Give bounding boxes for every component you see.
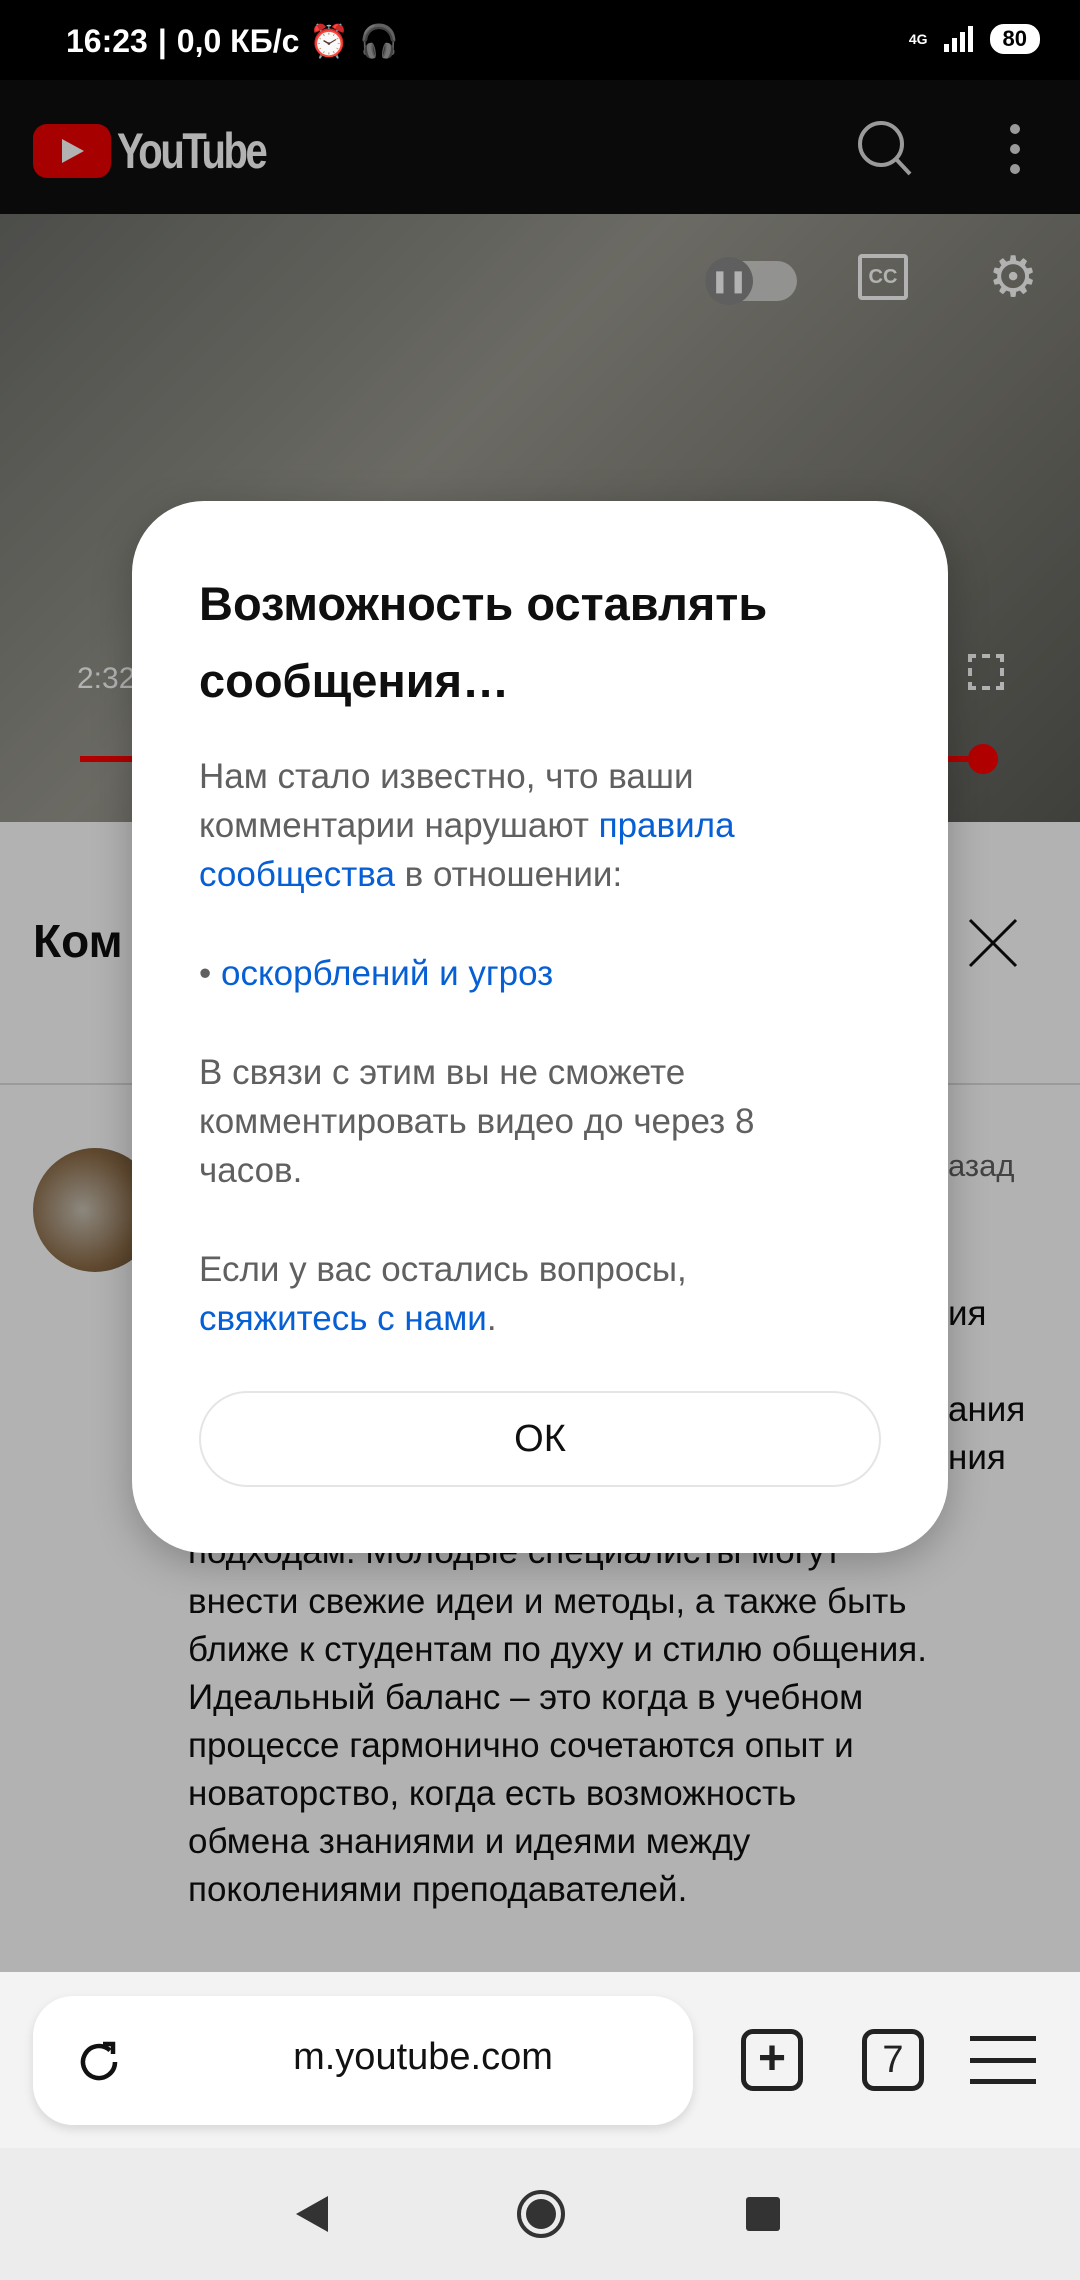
community-guidelines-link[interactable]: правила — [599, 806, 735, 845]
dialog-text: Нам стало известно, что ваши — [199, 757, 694, 796]
dialog-text: комментировать видео до через 8 — [199, 1102, 755, 1141]
tab-count-button[interactable]: 7 — [862, 2029, 924, 2091]
home-icon[interactable] — [515, 2188, 567, 2240]
dialog-text: комментарии нарушают правила — [199, 806, 735, 846]
dialog-text: часов. — [199, 1151, 303, 1190]
text: в отношении: — [394, 855, 623, 894]
reload-icon[interactable] — [75, 2038, 123, 2086]
signal-icon — [943, 26, 973, 52]
dialog-text: Если у вас остались вопросы, — [199, 1250, 687, 1289]
new-tab-icon[interactable]: + — [741, 2029, 803, 2091]
address-bar[interactable]: m.youtube.com — [33, 1996, 693, 2125]
network-speed: 0,0 КБ/с — [176, 22, 300, 59]
dialog-title-line: Возможность оставлять — [199, 577, 768, 630]
status-bar: 16:23 | 0,0 КБ/с ⏰ 🎧 4G 80 — [0, 0, 1080, 80]
network-type: 4G — [908, 31, 928, 47]
clock: 16:23 — [66, 22, 148, 59]
back-icon[interactable] — [294, 2194, 330, 2234]
browser-toolbar: m.youtube.com + 7 — [0, 1972, 1080, 2148]
url-text[interactable]: m.youtube.com — [153, 2036, 693, 2079]
violation-link[interactable]: оскорблений и угроз — [221, 954, 553, 993]
comment-restriction-dialog: Возможность оставлять сообщения… Нам ста… — [132, 501, 948, 1553]
dialog-text: сообщества в отношении: — [199, 855, 622, 895]
menu-icon[interactable] — [970, 2034, 1036, 2086]
dialog-text: В связи с этим вы не сможете — [199, 1053, 686, 1092]
ok-button[interactable]: ОК — [199, 1391, 881, 1487]
text: . — [486, 1299, 497, 1338]
separator: | — [157, 22, 167, 59]
headphones-icon: 🎧 — [359, 23, 400, 59]
dialog-title-line: сообщения… — [199, 654, 510, 707]
community-guidelines-link[interactable]: сообщества — [199, 855, 395, 894]
violation-bullet: • оскорблений и угроз — [199, 954, 553, 994]
battery-indicator: 80 — [989, 24, 1040, 54]
system-navigation-bar — [0, 2148, 1080, 2280]
text: комментарии нарушают — [199, 806, 599, 845]
contact-us-link[interactable]: свяжитесь с нами — [199, 1299, 487, 1338]
bullet: • — [199, 954, 221, 993]
dialog-text: свяжитесь с нами. — [199, 1299, 497, 1339]
recents-icon[interactable] — [746, 2197, 780, 2231]
alarm-icon: ⏰ — [309, 23, 350, 59]
